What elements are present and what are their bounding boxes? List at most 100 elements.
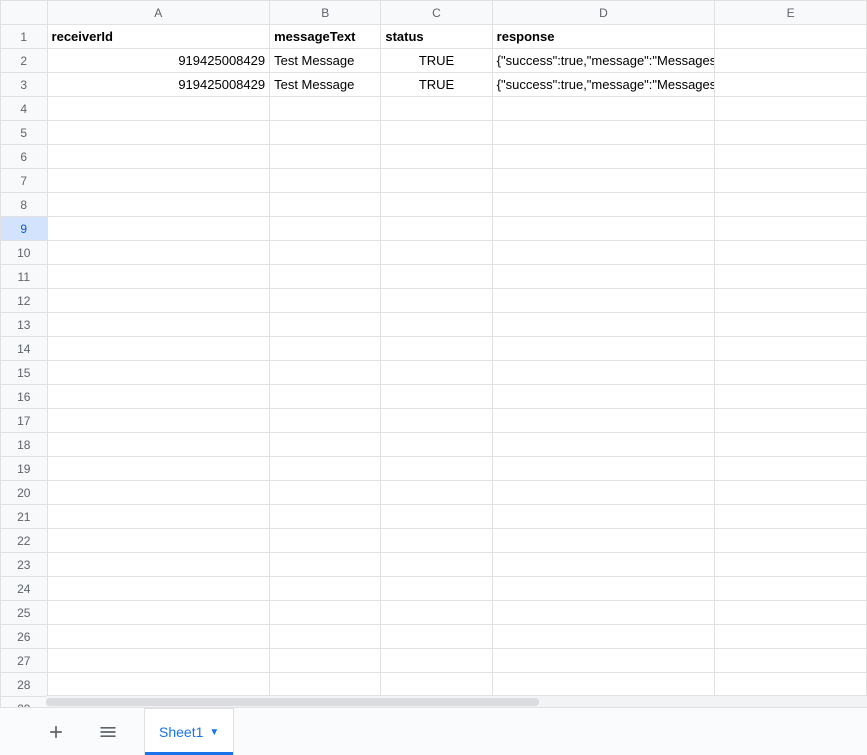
cell[interactable] <box>270 361 381 385</box>
add-sheet-button[interactable] <box>40 716 72 748</box>
cell[interactable] <box>492 385 715 409</box>
column-header-e[interactable]: E <box>715 1 867 25</box>
cell[interactable] <box>492 601 715 625</box>
cell[interactable] <box>47 409 270 433</box>
cell[interactable] <box>715 337 867 361</box>
cell[interactable] <box>381 625 492 649</box>
cell[interactable] <box>492 97 715 121</box>
column-header-a[interactable]: A <box>47 1 270 25</box>
cell[interactable]: TRUE <box>381 73 492 97</box>
cell[interactable] <box>381 121 492 145</box>
cell[interactable] <box>47 289 270 313</box>
row-header[interactable]: 6 <box>1 145 48 169</box>
cell[interactable] <box>381 409 492 433</box>
cell[interactable] <box>492 505 715 529</box>
row-header[interactable]: 9 <box>1 217 48 241</box>
sheet-tab-sheet1[interactable]: Sheet1 ▼ <box>144 708 234 755</box>
row-header[interactable]: 11 <box>1 265 48 289</box>
spreadsheet-grid[interactable]: A B C D E 1receiverIdmessageTextstatusre… <box>0 0 867 707</box>
cell[interactable] <box>47 601 270 625</box>
cell[interactable] <box>381 145 492 169</box>
cell[interactable]: {"success":true,"message":"Messages proc… <box>492 73 715 97</box>
cell[interactable] <box>47 337 270 361</box>
cell[interactable] <box>47 97 270 121</box>
cell[interactable] <box>381 169 492 193</box>
cell[interactable] <box>492 217 715 241</box>
cell[interactable] <box>381 97 492 121</box>
cell[interactable] <box>492 433 715 457</box>
cell[interactable] <box>270 265 381 289</box>
cell[interactable] <box>492 361 715 385</box>
cell[interactable] <box>381 385 492 409</box>
cell[interactable] <box>270 601 381 625</box>
cell[interactable] <box>492 313 715 337</box>
cell[interactable] <box>381 481 492 505</box>
cell[interactable] <box>492 529 715 553</box>
cell[interactable] <box>381 313 492 337</box>
cell[interactable] <box>492 193 715 217</box>
cell[interactable] <box>715 145 867 169</box>
cell[interactable] <box>715 73 867 97</box>
cell[interactable] <box>492 553 715 577</box>
row-header[interactable]: 3 <box>1 73 48 97</box>
cell[interactable] <box>715 433 867 457</box>
cell[interactable] <box>492 289 715 313</box>
cell[interactable] <box>47 145 270 169</box>
select-all-corner[interactable] <box>1 1 48 25</box>
cell[interactable]: TRUE <box>381 49 492 73</box>
cell[interactable] <box>381 289 492 313</box>
column-header-c[interactable]: C <box>381 1 492 25</box>
row-header[interactable]: 23 <box>1 553 48 577</box>
row-header[interactable]: 20 <box>1 481 48 505</box>
cell[interactable] <box>47 673 270 697</box>
cell[interactable] <box>270 193 381 217</box>
cell[interactable] <box>47 433 270 457</box>
cell[interactable] <box>715 673 867 697</box>
cell[interactable] <box>715 553 867 577</box>
cell[interactable] <box>47 625 270 649</box>
cell[interactable] <box>492 577 715 601</box>
cell[interactable] <box>492 625 715 649</box>
cell[interactable] <box>381 361 492 385</box>
cell[interactable] <box>715 361 867 385</box>
cell[interactable] <box>381 649 492 673</box>
row-header[interactable]: 18 <box>1 433 48 457</box>
row-header[interactable]: 27 <box>1 649 48 673</box>
row-header[interactable]: 5 <box>1 121 48 145</box>
cell[interactable] <box>715 313 867 337</box>
row-header[interactable]: 1 <box>1 25 48 49</box>
cell[interactable] <box>270 337 381 361</box>
cell[interactable]: receiverId <box>47 25 270 49</box>
cell[interactable] <box>47 457 270 481</box>
cell[interactable] <box>381 577 492 601</box>
cell[interactable] <box>47 529 270 553</box>
cell[interactable] <box>715 49 867 73</box>
cell[interactable] <box>47 313 270 337</box>
cell[interactable] <box>381 673 492 697</box>
row-header[interactable]: 29 <box>1 697 48 708</box>
cell[interactable] <box>715 241 867 265</box>
cell[interactable] <box>381 457 492 481</box>
cell[interactable] <box>47 217 270 241</box>
row-header[interactable]: 13 <box>1 313 48 337</box>
cell[interactable] <box>270 217 381 241</box>
cell[interactable] <box>715 577 867 601</box>
cell[interactable] <box>270 241 381 265</box>
row-header[interactable]: 7 <box>1 169 48 193</box>
horizontal-scroll-thumb[interactable] <box>46 698 539 706</box>
row-header[interactable]: 26 <box>1 625 48 649</box>
cell[interactable]: response <box>492 25 715 49</box>
cell[interactable] <box>270 169 381 193</box>
cell[interactable] <box>47 577 270 601</box>
row-header[interactable]: 19 <box>1 457 48 481</box>
cell[interactable]: 919425008429 <box>47 49 270 73</box>
column-header-b[interactable]: B <box>270 1 381 25</box>
row-header[interactable]: 4 <box>1 97 48 121</box>
cell[interactable]: {"success":true,"message":"Messages proc… <box>492 49 715 73</box>
cell[interactable] <box>715 529 867 553</box>
cell[interactable] <box>47 169 270 193</box>
cell[interactable]: 919425008429 <box>47 73 270 97</box>
cell[interactable] <box>270 409 381 433</box>
cell[interactable] <box>381 529 492 553</box>
cell[interactable] <box>492 145 715 169</box>
